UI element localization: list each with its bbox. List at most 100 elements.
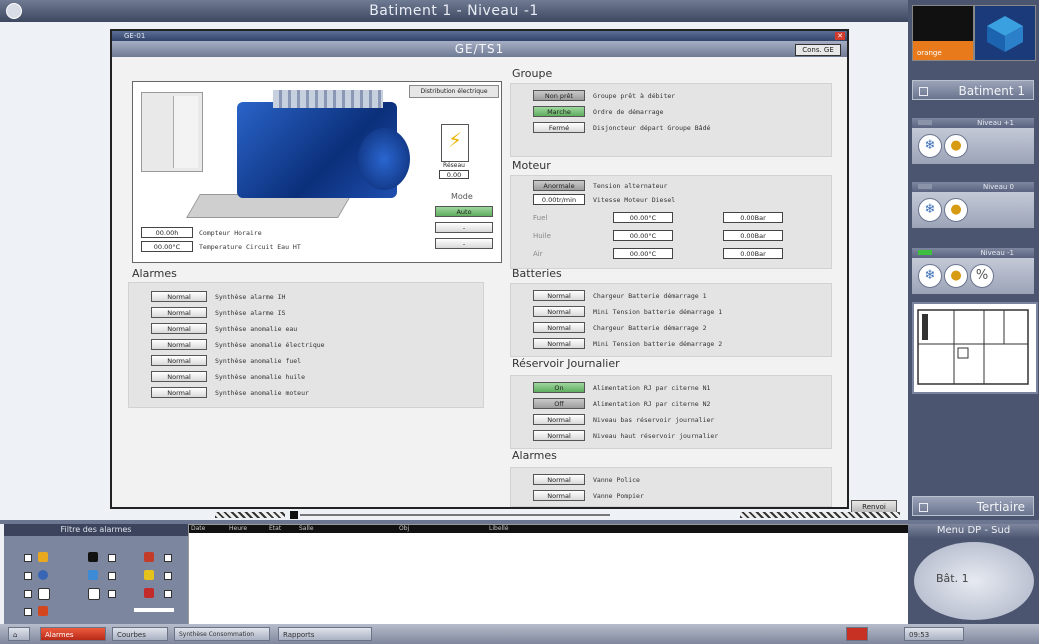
menu-oval[interactable]: Bât. 1: [914, 542, 1034, 620]
window-title: Batiment 1 - Niveau -1: [369, 3, 539, 19]
rapports-tab[interactable]: Rapports: [278, 627, 372, 641]
window-title-bar: Batiment 1 - Niveau -1: [0, 0, 908, 22]
lightbulb-icon[interactable]: ●: [944, 198, 968, 222]
scroll-handle[interactable]: [290, 511, 298, 519]
battery-state-button[interactable]: Normal: [533, 306, 585, 317]
fuel-label: Fuel: [533, 214, 548, 222]
reservoir-panel: On Alimentation RJ par citerne N1 Off Al…: [510, 375, 832, 449]
moteur-title: Moteur: [512, 159, 551, 172]
alarm-state-button[interactable]: Normal: [151, 291, 207, 302]
battery-label: Mini Tension batterie démarrage 2: [593, 340, 723, 348]
electrical-distribution-button[interactable]: Distribution électrique: [409, 85, 499, 98]
logo-text: orange: [917, 49, 942, 57]
consumption-tab[interactable]: Synthèse Consommation: [174, 627, 270, 641]
lightbulb-icon[interactable]: ●: [944, 264, 968, 288]
alarm-label: Synthèse anomalie électrique: [215, 341, 325, 349]
filter-checkbox[interactable]: [164, 554, 172, 562]
filter-checkbox[interactable]: [24, 572, 32, 580]
alarm-state-button[interactable]: Normal: [151, 371, 207, 382]
moteur-state-button[interactable]: Anormale: [533, 180, 585, 191]
floor-plan-minimap[interactable]: [912, 302, 1038, 394]
home-icon[interactable]: ⌂: [8, 627, 30, 641]
alert-icon[interactable]: [846, 627, 868, 641]
window-tab-label[interactable]: GE-01: [124, 32, 145, 40]
filter-checkbox[interactable]: [108, 572, 116, 580]
reservoir-state-button[interactable]: Off: [533, 398, 585, 409]
level-header-plus1[interactable]: Niveau +1: [912, 118, 1034, 128]
hvac-filter-icon: [38, 570, 48, 580]
reservoir-state-button[interactable]: On: [533, 382, 585, 393]
reservoir-label: Niveau bas réservoir journalier: [593, 416, 715, 424]
alarm-state-button[interactable]: Normal: [151, 339, 207, 350]
cabinet-door-image: [173, 96, 198, 168]
alarm-state-button[interactable]: Normal: [151, 387, 207, 398]
ge-window: GE-01 ✕ GE/TS1 Cons. GE Distribution éle…: [110, 29, 849, 509]
building-button[interactable]: Batiment 1: [912, 80, 1034, 100]
reservoir-label: Alimentation RJ par citerne N1: [593, 384, 711, 392]
hvac-icon[interactable]: ❄: [918, 198, 942, 222]
lightning-icon[interactable]: ⚡: [441, 124, 469, 162]
moteur-label: Tension alternateur: [593, 182, 668, 190]
mode-auto-button[interactable]: Auto: [435, 206, 493, 217]
lightbulb-icon[interactable]: ●: [944, 134, 968, 158]
cons-ge-button[interactable]: Cons. GE: [795, 44, 841, 56]
mode-button-2[interactable]: -: [435, 222, 493, 233]
scroll-track[interactable]: [300, 514, 610, 516]
alarm-state-button[interactable]: Normal: [151, 307, 207, 318]
fuel-temp-value: 00.00°C: [613, 212, 673, 223]
courbes-tab[interactable]: Courbes: [112, 627, 168, 641]
level-led-icon: [918, 184, 932, 189]
valve-label: Vanne Pompier: [593, 492, 644, 500]
groupe-state-button[interactable]: Marche: [533, 106, 585, 117]
close-icon[interactable]: ✕: [835, 32, 845, 40]
alarms-left-panel: Normal Synthèse alarme IH Normal Synthès…: [128, 282, 484, 408]
valve-state-button[interactable]: Normal: [533, 490, 585, 501]
alternator-image: [358, 128, 410, 190]
alarm-state-button[interactable]: Normal: [151, 323, 207, 334]
air-label: Air: [533, 250, 543, 258]
level-led-icon: [918, 120, 932, 125]
groupe-state-button[interactable]: Fermé: [533, 122, 585, 133]
hvac-icon[interactable]: ❄: [918, 264, 942, 288]
filter-checkbox[interactable]: [164, 590, 172, 598]
oil-label: Huile: [533, 232, 551, 240]
filter-checkbox[interactable]: [24, 554, 32, 562]
filter-checkbox[interactable]: [24, 608, 32, 616]
hour-counter-value: 00.00h: [141, 227, 193, 238]
filter-checkbox[interactable]: [24, 590, 32, 598]
water-temp-label: Temperature Circuit Eau HT: [199, 243, 301, 251]
building-cube-icon[interactable]: [974, 5, 1036, 61]
battery-state-button[interactable]: Normal: [533, 290, 585, 301]
filter-slider[interactable]: [134, 608, 174, 612]
hvac-icon[interactable]: ❄: [918, 134, 942, 158]
reservoir-state-button[interactable]: Normal: [533, 430, 585, 441]
moteur-label: Vitesse Moteur Diesel: [593, 196, 676, 204]
groupe-panel: Non prêt Groupe prêt à débiter Marche Or…: [510, 83, 832, 157]
fire-filter-icon: [38, 606, 48, 616]
valve-state-button[interactable]: Normal: [533, 474, 585, 485]
groupe-label: Disjoncteur départ Groupe Bâdé: [593, 124, 711, 132]
filter-checkbox[interactable]: [108, 554, 116, 562]
level-title: Niveau -1: [980, 249, 1014, 257]
alarms-left-title: Alarmes: [132, 267, 177, 280]
reservoir-state-button[interactable]: Normal: [533, 414, 585, 425]
alarm-state-button[interactable]: Normal: [151, 355, 207, 366]
alarms-tab[interactable]: Alarmes: [40, 627, 106, 641]
level-title: Niveau 0: [982, 183, 1014, 191]
groupe-state-button[interactable]: Non prêt: [533, 90, 585, 101]
bolt-caption: Réseau: [443, 162, 465, 169]
filter-checkbox[interactable]: [108, 590, 116, 598]
percent-icon[interactable]: %: [970, 264, 994, 288]
mode-title: Mode: [451, 192, 473, 201]
battery-state-button[interactable]: Normal: [533, 338, 585, 349]
level-header-0[interactable]: Niveau 0: [912, 182, 1034, 192]
air-pressure-value: 0.00Bar: [723, 248, 783, 259]
tertiaire-button-label: Tertiaire: [976, 500, 1025, 514]
genset-illustration: Distribution électrique ⚡ Réseau 0.00 Mo…: [132, 81, 502, 263]
battery-state-button[interactable]: Normal: [533, 322, 585, 333]
level-header-minus1[interactable]: Niveau -1: [912, 248, 1034, 258]
mode-button-3[interactable]: -: [435, 238, 493, 249]
filter-checkbox[interactable]: [164, 572, 172, 580]
tertiaire-button[interactable]: Tertiaire: [912, 496, 1034, 516]
alarms-right-panel: Normal Vanne Police Normal Vanne Pompier: [510, 467, 832, 507]
